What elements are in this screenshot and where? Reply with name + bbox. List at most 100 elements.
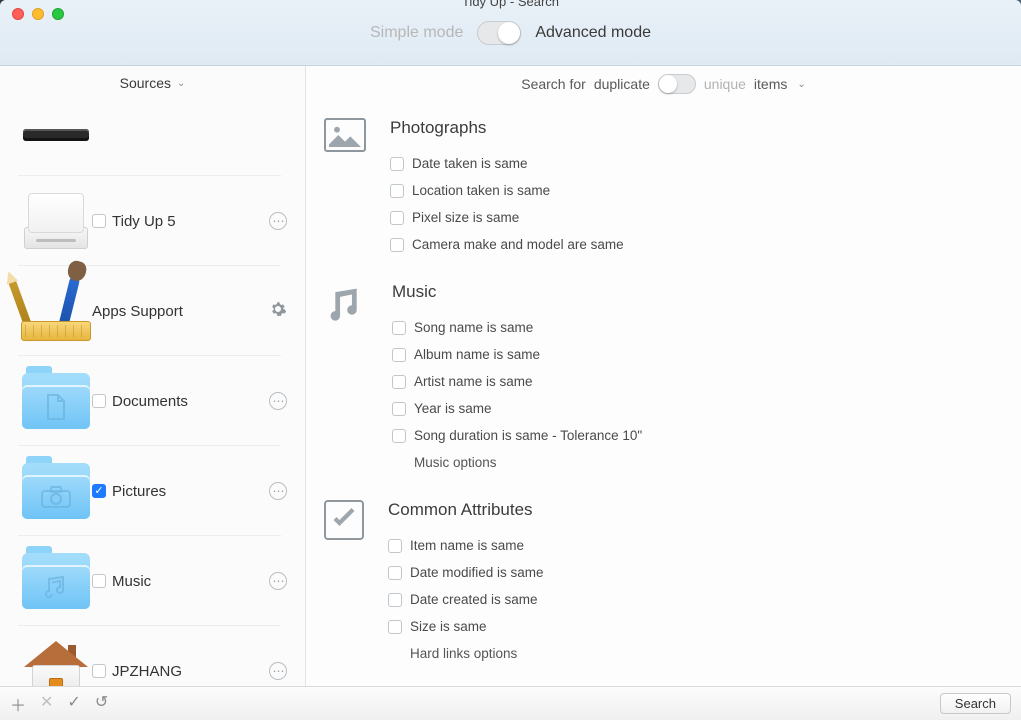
- criteria-option[interactable]: Song duration is same - Tolerance 10": [392, 422, 989, 449]
- criteria-option[interactable]: Song name is same: [392, 314, 989, 341]
- mode-switch[interactable]: [477, 21, 521, 45]
- duplicate-unique-switch[interactable]: [658, 74, 696, 94]
- criteria-checkbox[interactable]: [392, 321, 406, 335]
- add-button[interactable]: ＋: [10, 692, 26, 716]
- criteria-option[interactable]: Pixel size is same: [390, 204, 989, 231]
- close-window-button[interactable]: [12, 8, 24, 20]
- chevron-down-icon[interactable]: ⌄: [797, 79, 805, 90]
- search-for-label: Search for: [521, 76, 586, 92]
- simple-mode-label[interactable]: Simple mode: [370, 24, 463, 42]
- criteria-option[interactable]: Date modified is same: [388, 559, 989, 586]
- criteria-label: Camera make and model are same: [412, 237, 624, 252]
- source-checkbox[interactable]: [92, 664, 106, 678]
- mode-toggle-row: Simple mode Advanced mode: [370, 21, 651, 45]
- sources-list[interactable]: Tidy Up 5 Apps Support: [0, 100, 305, 686]
- unique-label[interactable]: unique: [704, 76, 746, 92]
- criteria-label: Song duration is same - Tolerance 10": [414, 428, 642, 443]
- zoom-window-button[interactable]: [52, 8, 64, 20]
- criteria-label: Item name is same: [410, 538, 524, 553]
- criteria-checkbox[interactable]: [388, 593, 402, 607]
- sources-header[interactable]: Sources ⌄: [0, 66, 305, 100]
- source-options-button[interactable]: [269, 392, 293, 410]
- criteria-option[interactable]: Date created is same: [388, 586, 989, 613]
- criteria-option[interactable]: Camera make and model are same: [390, 231, 989, 258]
- source-checkbox[interactable]: [92, 394, 106, 408]
- criteria-label: Pixel size is same: [412, 210, 519, 225]
- criteria-checkbox[interactable]: [390, 184, 404, 198]
- folder-pictures-icon: [22, 463, 90, 519]
- criteria-option[interactable]: Item name is same: [388, 532, 989, 559]
- titlebar: Tidy Up - Search Simple mode Advanced mo…: [0, 0, 1021, 66]
- source-documents[interactable]: Documents: [0, 356, 305, 446]
- main-panel: Search for duplicate unique items ⌄ Phot…: [306, 66, 1021, 686]
- ellipsis-icon: [269, 572, 287, 590]
- criteria-checkbox[interactable]: [388, 539, 402, 553]
- advanced-mode-label[interactable]: Advanced mode: [535, 24, 651, 42]
- music-options-link[interactable]: Music options: [392, 449, 989, 476]
- confirm-button[interactable]: ✓: [67, 692, 80, 716]
- criteria-checkbox[interactable]: [390, 157, 404, 171]
- minimize-window-button[interactable]: [32, 8, 44, 20]
- criteria-label: Artist name is same: [414, 374, 533, 389]
- source-music[interactable]: Music: [0, 536, 305, 626]
- criteria-checkbox[interactable]: [388, 620, 402, 634]
- section-title: Music: [392, 282, 989, 302]
- source-checkbox[interactable]: [92, 484, 106, 498]
- home-folder-icon: [24, 641, 88, 686]
- criteria-option[interactable]: Location taken is same: [390, 177, 989, 204]
- criteria-checkbox[interactable]: [392, 348, 406, 362]
- ellipsis-icon: [269, 212, 287, 230]
- criteria-checkbox[interactable]: [392, 375, 406, 389]
- source-checkbox[interactable]: [92, 574, 106, 588]
- source-checkbox[interactable]: [92, 214, 106, 228]
- source-label: Music: [112, 573, 151, 590]
- drive-tray-icon: [23, 129, 89, 141]
- criteria-option[interactable]: Artist name is same: [392, 368, 989, 395]
- criteria-scroll[interactable]: Photographs Date taken is same Location …: [306, 102, 1021, 686]
- criteria-option[interactable]: Date taken is same: [390, 150, 989, 177]
- criteria-label: Song name is same: [414, 320, 533, 335]
- folder-music-icon: [22, 553, 90, 609]
- app-window: Tidy Up - Search Simple mode Advanced mo…: [0, 0, 1021, 720]
- remove-button[interactable]: ✕: [40, 692, 53, 716]
- ellipsis-icon: [269, 482, 287, 500]
- source-pictures[interactable]: Pictures: [0, 446, 305, 536]
- criteria-label: Size is same: [410, 619, 487, 634]
- ellipsis-icon: [269, 392, 287, 410]
- criteria-label: Date taken is same: [412, 156, 528, 171]
- criteria-checkbox[interactable]: [390, 238, 404, 252]
- list-item[interactable]: [0, 100, 305, 176]
- section-title: Common Attributes: [388, 500, 989, 520]
- criteria-checkbox[interactable]: [390, 211, 404, 225]
- criteria-label: Album name is same: [414, 347, 540, 362]
- criteria-label: Date created is same: [410, 592, 538, 607]
- search-button[interactable]: Search: [940, 693, 1011, 714]
- criteria-checkbox[interactable]: [388, 566, 402, 580]
- hard-links-options-link[interactable]: Hard links options: [388, 640, 989, 667]
- folder-documents-icon: [22, 373, 90, 429]
- source-tidy-up-5[interactable]: Tidy Up 5: [0, 176, 305, 266]
- source-settings-button[interactable]: [269, 300, 293, 323]
- criteria-option[interactable]: Album name is same: [392, 341, 989, 368]
- criteria-label: Year is same: [414, 401, 492, 416]
- criteria-checkbox[interactable]: [392, 402, 406, 416]
- source-options-button[interactable]: [269, 662, 293, 680]
- source-options-button[interactable]: [269, 212, 293, 230]
- undo-button[interactable]: ↺: [95, 692, 108, 716]
- sidebar: Sources ⌄: [0, 66, 306, 686]
- criteria-label: Date modified is same: [410, 565, 544, 580]
- criteria-option[interactable]: Year is same: [392, 395, 989, 422]
- hard-drive-icon: [24, 189, 88, 253]
- duplicate-label[interactable]: duplicate: [594, 76, 650, 92]
- source-options-button[interactable]: [269, 482, 293, 500]
- gear-icon: [269, 300, 287, 318]
- window-controls: [12, 8, 64, 20]
- source-jpzhang[interactable]: JPZHANG: [0, 626, 305, 686]
- criteria-checkbox[interactable]: [392, 429, 406, 443]
- criteria-option[interactable]: Size is same: [388, 613, 989, 640]
- source-apps-support[interactable]: Apps Support: [0, 266, 305, 356]
- apps-support-icon: [21, 275, 91, 347]
- footer-bar: ＋ ✕ ✓ ↺ Search: [0, 686, 1021, 720]
- source-options-button[interactable]: [269, 572, 293, 590]
- section-music: Music Song name is same Album name is sa…: [324, 282, 989, 476]
